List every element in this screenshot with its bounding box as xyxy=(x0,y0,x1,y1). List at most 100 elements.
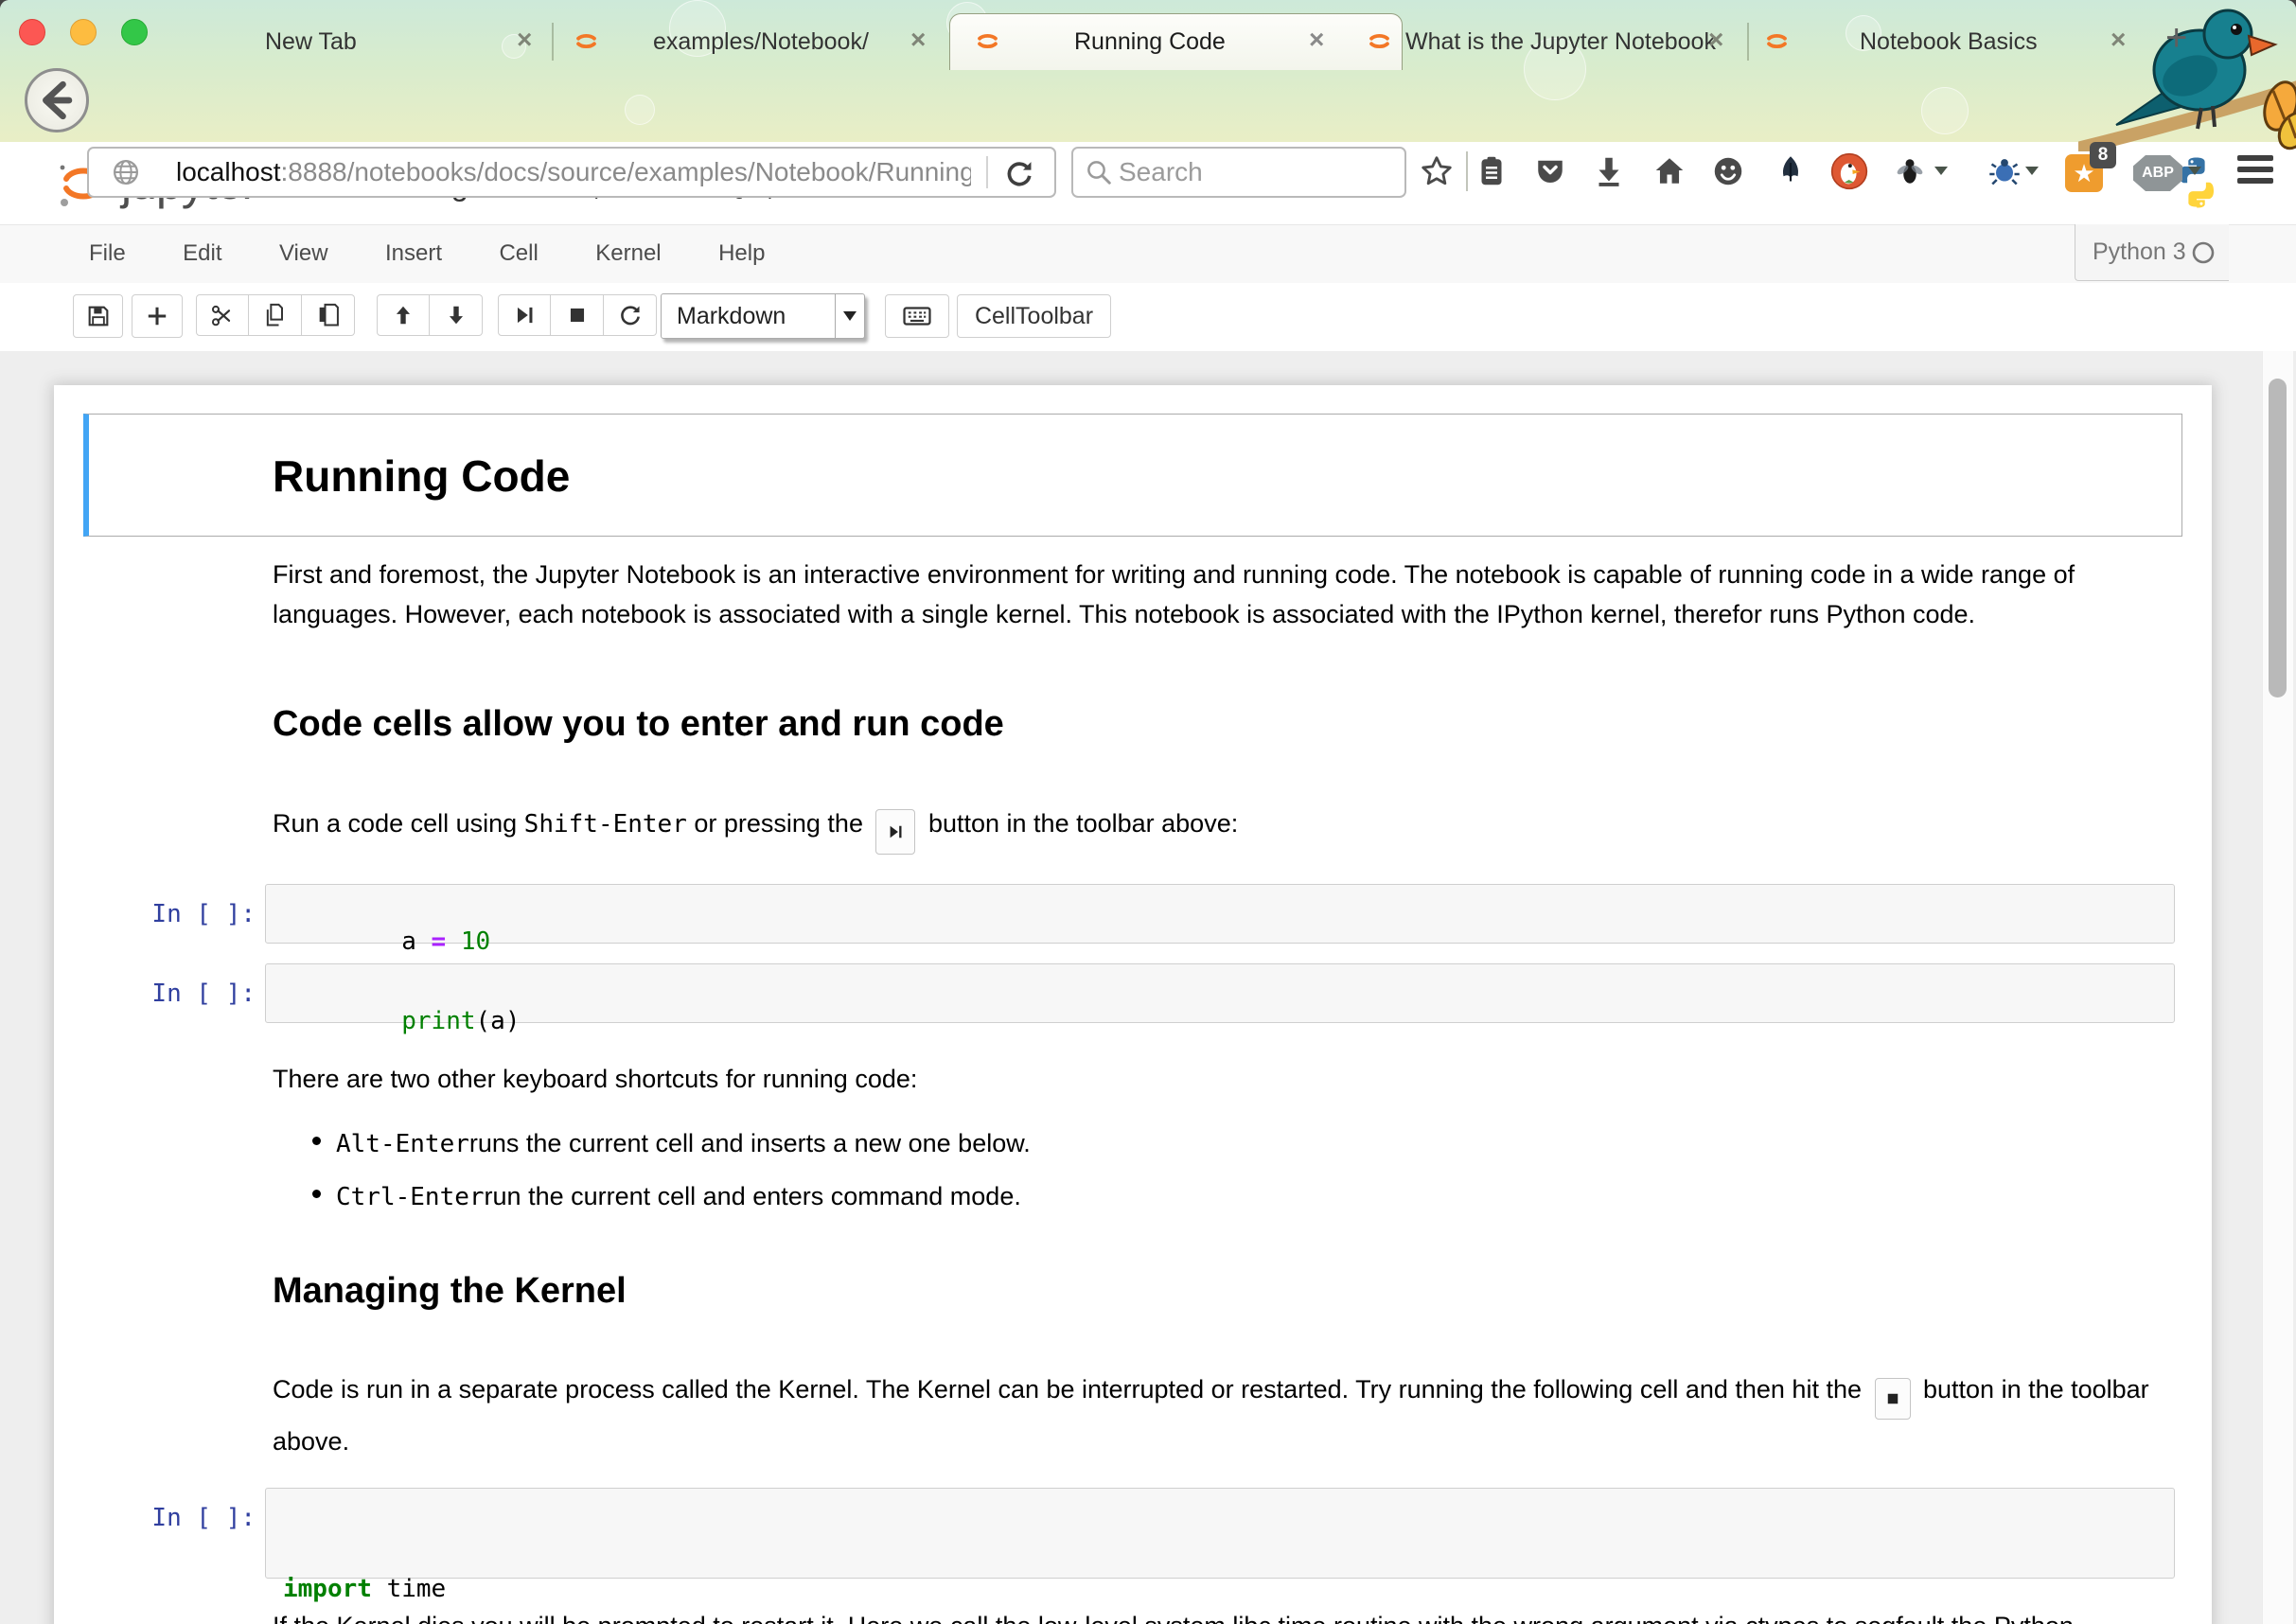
new-tab-button[interactable]: + xyxy=(2165,17,2187,60)
url-path: :8888/notebooks/docs/source/examples/Not… xyxy=(281,157,971,186)
tab-what-is-jupyter[interactable]: What is the Jupyter Notebook xyxy=(1405,28,1716,56)
browser-window: New Tab × examples/Notebook/ × Running C… xyxy=(0,0,2296,1624)
code-cell-input[interactable]: a = 10 xyxy=(265,884,2175,944)
arrow-down-icon xyxy=(444,303,468,327)
inline-stop-button-image xyxy=(1875,1378,1911,1420)
input-prompt: In [ ]: xyxy=(114,1504,256,1532)
plus-icon xyxy=(145,304,169,328)
tab-close-icon[interactable]: × xyxy=(1708,26,1723,53)
run-cell-button[interactable] xyxy=(498,294,551,336)
section-heading-code-cells[interactable]: Code cells allow you to enter and run co… xyxy=(273,704,1004,745)
window-minimize-button[interactable] xyxy=(70,19,97,45)
menu-file[interactable]: File xyxy=(62,225,152,282)
insert-cell-below-button[interactable] xyxy=(132,294,183,338)
menu-edit[interactable]: Edit xyxy=(156,225,248,282)
search-input[interactable] xyxy=(1117,152,1395,192)
menu-kernel[interactable]: Kernel xyxy=(569,225,687,282)
urlbar-separator xyxy=(986,156,988,188)
paste-cell-button[interactable] xyxy=(302,294,355,336)
paste-icon xyxy=(315,302,342,328)
feedback-smiley-icon[interactable] xyxy=(1711,154,1745,188)
url-bar[interactable]: localhost:8888/notebooks/docs/source/exa… xyxy=(87,147,1056,198)
cut-cell-button[interactable] xyxy=(196,294,249,336)
notebook-menubar: File Edit View Insert Cell Kernel Help xyxy=(0,224,2296,285)
menu-view[interactable]: View xyxy=(253,225,355,282)
cell-toolbar-button[interactable]: CellToolbar xyxy=(957,294,1111,338)
list-item: Ctrl-Enter run the current cell and ente… xyxy=(312,1176,1031,1216)
scrollbar-thumb[interactable] xyxy=(2269,379,2287,697)
run-icon xyxy=(886,822,905,841)
chevron-down-icon[interactable] xyxy=(2025,167,2039,175)
tab-close-icon[interactable]: × xyxy=(910,26,926,53)
restart-kernel-button[interactable] xyxy=(604,294,657,336)
run-instruction-line: Run a code cell using Shift-Enter or pre… xyxy=(273,803,2165,855)
code-cell-input[interactable]: print(a) xyxy=(265,963,2175,1023)
tab-close-icon[interactable]: × xyxy=(2111,26,2126,53)
window-close-button[interactable] xyxy=(19,19,45,45)
pocket-icon[interactable] xyxy=(1533,154,1567,188)
tab-examples-notebook[interactable]: examples/Notebook/ xyxy=(653,28,869,56)
url-text[interactable]: localhost:8888/notebooks/docs/source/exa… xyxy=(176,149,971,196)
back-button[interactable] xyxy=(25,68,89,132)
section-heading-managing-kernel[interactable]: Managing the Kernel xyxy=(273,1271,627,1312)
code-token: time xyxy=(372,1575,446,1603)
copy-cell-button[interactable] xyxy=(249,294,302,336)
scrollbar-track[interactable] xyxy=(2262,351,2293,1624)
markdown-cell-selected[interactable]: Running Code xyxy=(83,414,2182,537)
home-icon[interactable] xyxy=(1652,154,1687,188)
kernel-line-pre: Code is run in a separate process called… xyxy=(273,1375,1869,1403)
command-palette-button[interactable] xyxy=(885,294,949,338)
fly-addon-icon[interactable] xyxy=(1893,154,1927,188)
run-line-pre: Run a code cell using xyxy=(273,809,524,838)
tab-running-code-label[interactable]: Running Code xyxy=(1074,28,1226,56)
bug-addon-icon[interactable] xyxy=(1987,154,2022,188)
shortcuts-intro: There are two other keyboard shortcuts f… xyxy=(273,1059,917,1099)
input-prompt: In [ ]: xyxy=(114,900,256,928)
browser-chrome: New Tab × examples/Notebook/ × Running C… xyxy=(0,0,2296,143)
abp-label: ABP xyxy=(2142,165,2174,182)
kernel-name: Python 3 xyxy=(2093,224,2186,279)
search-bar[interactable] xyxy=(1071,147,1406,198)
move-button-group xyxy=(377,294,483,336)
menu-help[interactable]: Help xyxy=(692,225,791,282)
code-token: import xyxy=(283,1575,372,1603)
duckduckgo-icon[interactable] xyxy=(1830,152,1868,190)
window-zoom-button[interactable] xyxy=(121,19,148,45)
menu-insert[interactable]: Insert xyxy=(359,225,468,282)
tab-close-icon[interactable]: × xyxy=(1309,26,1324,53)
code-token: = xyxy=(432,927,461,956)
bullet-text: run the current cell and enters command … xyxy=(485,1176,1021,1216)
keyboard-icon xyxy=(901,300,933,332)
reading-list-icon[interactable] xyxy=(1475,154,1509,188)
stop-icon xyxy=(565,303,590,327)
adblock-plus-icon[interactable]: ABP xyxy=(2133,155,2182,191)
run-button-group xyxy=(498,294,657,336)
interrupt-kernel-button[interactable] xyxy=(551,294,604,336)
chevron-down-icon[interactable] xyxy=(2188,167,2201,175)
bullet-kbd: Alt-Enter xyxy=(336,1130,469,1158)
tab-close-icon[interactable]: × xyxy=(517,26,532,53)
menu-cell[interactable]: Cell xyxy=(472,225,564,282)
bullet-text: runs the current cell and inserts a new … xyxy=(469,1123,1031,1163)
tab-notebook-basics[interactable]: Notebook Basics xyxy=(1860,28,2038,56)
bookmark-star-icon[interactable] xyxy=(1420,154,1454,188)
save-button[interactable] xyxy=(73,294,123,338)
input-prompt: In [ ]: xyxy=(114,980,256,1008)
bullet-kbd: Ctrl-Enter xyxy=(336,1183,485,1211)
cell-type-value: Markdown xyxy=(662,303,835,330)
cell-type-select[interactable]: Markdown xyxy=(661,293,865,339)
reload-icon[interactable] xyxy=(1003,157,1035,189)
edit-button-group xyxy=(196,294,355,336)
menu-hamburger-icon[interactable] xyxy=(2237,155,2273,184)
quill-addon-icon[interactable] xyxy=(1774,154,1808,188)
move-cell-down-button[interactable] xyxy=(430,294,483,336)
move-cell-up-button[interactable] xyxy=(377,294,430,336)
select-arrow xyxy=(835,294,864,338)
intro-paragraph[interactable]: First and foremost, the Jupyter Notebook… xyxy=(273,555,2158,634)
code-cell-input[interactable]: import time time.sleep(10) xyxy=(265,1488,2175,1579)
downloads-icon[interactable] xyxy=(1592,154,1626,188)
url-host: localhost xyxy=(176,157,281,186)
clipped-paragraph: If the Kernel dies you will be prompted … xyxy=(273,1606,2170,1624)
tab-new-tab[interactable]: New Tab xyxy=(265,28,357,56)
chevron-down-icon[interactable] xyxy=(1934,167,1948,175)
